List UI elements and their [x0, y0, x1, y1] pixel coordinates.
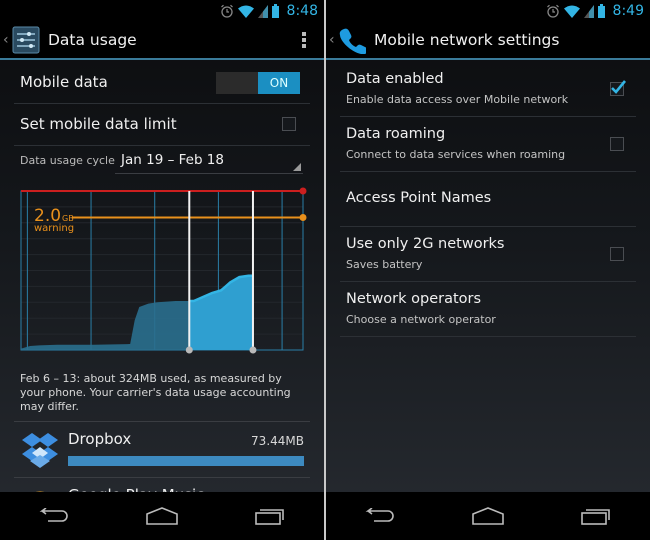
recent-apps-icon[interactable] [255, 507, 285, 525]
signal-icon [583, 4, 594, 18]
settings-sliders-icon[interactable] [12, 26, 40, 54]
screen-title: Mobile network settings [374, 31, 560, 49]
selection-sweep-handle [249, 346, 257, 354]
pref-summary: Saves battery [346, 258, 423, 271]
cycle-value: Jan 19 – Feb 18 [121, 152, 224, 168]
pref-summary: Connect to data services when roaming [346, 148, 566, 161]
navigation-bar [326, 492, 650, 540]
home-icon[interactable] [472, 507, 504, 525]
data-roaming-checkbox[interactable] [610, 137, 624, 151]
pref-summary: Choose a network operator [346, 313, 496, 326]
phone-icon[interactable] [338, 26, 366, 54]
action-bar: ‹ Data usage [0, 22, 324, 60]
back-icon[interactable] [365, 508, 395, 524]
app-name: Dropbox [68, 430, 132, 448]
app-size: 73.44MB [251, 434, 304, 448]
pref-network-operators[interactable]: Network operators Choose a network opera… [340, 282, 636, 337]
battery-icon [597, 4, 605, 18]
data-usage-cycle-spinner[interactable]: Jan 19 – Feb 18 [115, 150, 303, 174]
home-icon[interactable] [146, 507, 178, 525]
set-data-limit-row[interactable]: Set mobile data limit [14, 104, 310, 146]
pref-data-enabled[interactable]: Data enabled Enable data access over Mob… [340, 62, 636, 117]
dropbox-icon [22, 433, 58, 468]
data-usage-cycle-label: Data usage cycle [20, 154, 115, 167]
set-data-limit-checkbox[interactable] [282, 117, 296, 131]
status-time: 8:48 [286, 3, 318, 19]
mobile-data-label: Mobile data [20, 73, 108, 91]
back-icon[interactable] [39, 508, 69, 524]
status-bar: 8:49 [326, 0, 650, 22]
battery-icon [271, 4, 279, 18]
mobile-data-toggle[interactable]: ON [216, 72, 300, 94]
usage-summary-note: Feb 6 – 13: about 324MB used, as measure… [20, 372, 291, 413]
pref-access-point-names[interactable]: Access Point Names [340, 172, 636, 227]
data-enabled-checkbox[interactable] [610, 80, 626, 96]
limit-handle [299, 187, 307, 195]
use-only-2g-checkbox[interactable] [610, 247, 624, 261]
screen-title: Data usage [48, 31, 137, 49]
up-caret-icon[interactable]: ‹ [3, 32, 11, 48]
pref-data-roaming[interactable]: Data roaming Connect to data services wh… [340, 117, 636, 172]
alarm-icon [220, 4, 233, 18]
wifi-icon [237, 5, 254, 18]
pref-summary: Enable data access over Mobile network [346, 93, 569, 106]
pref-title: Network operators [346, 291, 482, 307]
pref-title: Access Point Names [346, 190, 492, 206]
pref-title: Data roaming [346, 126, 446, 142]
data-usage-screen: 8:48 ‹ Data usage Mobile data ON Set mob… [0, 0, 324, 540]
warning-label-group: 2.0GB warning [34, 206, 74, 234]
mobile-data-row[interactable]: Mobile data ON [14, 62, 310, 104]
status-bar: 8:48 [0, 0, 324, 22]
warning-label: warning [34, 223, 75, 234]
app-usage-bar [68, 456, 304, 466]
app-usage-row[interactable]: Dropbox 73.44MB [14, 421, 310, 477]
up-caret-icon[interactable]: ‹ [329, 32, 337, 48]
warning-handle [299, 214, 307, 221]
pref-title: Use only 2G networks [346, 236, 505, 252]
alarm-icon [546, 4, 559, 18]
recent-apps-icon[interactable] [581, 507, 611, 525]
action-bar: ‹ Mobile network settings [326, 22, 650, 60]
spinner-corner-icon [293, 163, 301, 171]
selection-sweep-handle [185, 346, 193, 354]
warning-unit: GB [62, 214, 74, 223]
set-data-limit-label: Set mobile data limit [20, 115, 177, 133]
wifi-icon [563, 5, 580, 18]
pref-use-only-2g[interactable]: Use only 2G networks Saves battery [340, 227, 636, 282]
signal-icon [257, 4, 268, 18]
toggle-on-label: ON [258, 72, 300, 94]
checkmark-icon [611, 80, 626, 94]
pref-title: Data enabled [346, 71, 444, 87]
overflow-menu-icon[interactable] [302, 32, 306, 50]
mobile-network-settings-screen: 8:49 ‹ Mobile network settings Data enab… [326, 0, 650, 540]
status-time: 8:49 [612, 3, 644, 19]
app-usage-bar-track [68, 456, 304, 466]
navigation-bar [0, 492, 324, 540]
